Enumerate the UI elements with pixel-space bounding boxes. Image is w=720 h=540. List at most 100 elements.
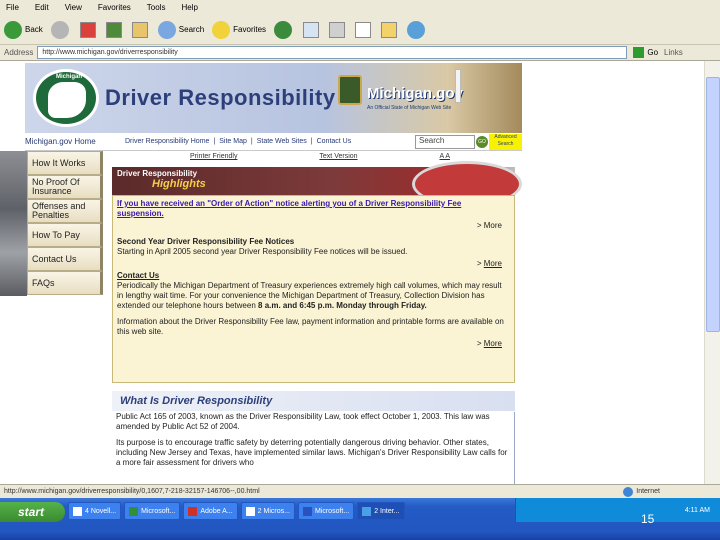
status-url: http://www.michigan.gov/driverresponsibi… — [4, 488, 260, 495]
second-year-notices-text: Starting in April 2005 second year Drive… — [117, 247, 408, 256]
folder-button[interactable] — [381, 21, 399, 38]
mail-icon — [303, 21, 320, 38]
menu-file[interactable]: File — [6, 3, 19, 12]
scrollbar-thumb[interactable] — [706, 77, 720, 332]
traffic-photo — [0, 151, 27, 296]
taskbar-item-word[interactable]: Microsoft... — [297, 502, 355, 520]
browser-toolbar: Back Search Favorites — [0, 15, 720, 45]
text-size-link[interactable]: A A — [439, 153, 450, 160]
security-zone: Internet — [623, 486, 660, 497]
print-icon — [329, 21, 346, 38]
information-text: Information about the Driver Responsibil… — [117, 317, 504, 336]
michigan-logo[interactable]: Michigan — [33, 69, 99, 127]
menu-view[interactable]: View — [65, 3, 82, 12]
stop-icon — [79, 21, 96, 38]
sidebar-item-how-to-pay[interactable]: How To Pay — [27, 223, 103, 247]
more-link[interactable]: > More — [117, 221, 502, 231]
address-bar: Address http://www.michigan.gov/driverre… — [0, 45, 720, 61]
search-go-button[interactable]: GO — [476, 136, 488, 148]
forward-arrow-icon — [50, 20, 69, 39]
michigan-map-icon — [48, 82, 86, 118]
adobe-icon — [188, 506, 198, 516]
what-is-title: What Is Driver Responsibility — [112, 391, 515, 411]
favorites-button[interactable]: Favorites — [212, 20, 266, 39]
page-number: 15 — [641, 512, 655, 526]
history-icon — [274, 20, 293, 39]
word-icon — [302, 506, 312, 516]
sidebar-item-offenses-and-penalties[interactable]: Offenses and Penalties — [27, 199, 103, 223]
sidebar-item-contact-us[interactable]: Contact Us — [27, 247, 103, 271]
mail-button[interactable] — [303, 21, 321, 38]
clock[interactable]: 4:11 AM — [685, 507, 710, 514]
menu-tools[interactable]: Tools — [147, 3, 166, 12]
status-bar: http://www.michigan.gov/driverresponsibi… — [0, 484, 720, 498]
page-utility-links: Printer Friendly Text Version A A — [190, 153, 450, 160]
highlights-subheader: Highlights — [152, 178, 206, 190]
menu-favorites[interactable]: Favorites — [98, 3, 131, 12]
links-label[interactable]: Links — [664, 48, 683, 57]
go-button[interactable]: Go — [633, 47, 658, 58]
globe-icon — [623, 486, 634, 497]
nav-state-web-sites[interactable]: State Web Sites — [257, 138, 307, 145]
what-is-paragraph: Its purpose is to encourage traffic safe… — [116, 438, 508, 467]
state-seal-icon — [338, 75, 362, 105]
nav-links: Driver Responsibility Home | Site Map | … — [125, 138, 355, 145]
sidebar-item-faqs[interactable]: FAQs — [27, 271, 103, 295]
address-label: Address — [4, 48, 34, 57]
nav-separator: | — [310, 138, 313, 145]
nav-contact-us[interactable]: Contact Us — [317, 138, 352, 145]
menu-edit[interactable]: Edit — [35, 3, 49, 12]
forward-button[interactable] — [50, 20, 72, 39]
back-button[interactable]: Back — [4, 20, 43, 39]
menu-help[interactable]: Help — [181, 3, 197, 12]
taskbar-item-internet-explorer[interactable]: 2 Inter... — [357, 502, 405, 520]
start-button[interactable]: start — [0, 502, 65, 522]
print-button[interactable] — [329, 21, 347, 38]
site-search-input[interactable]: Search — [415, 135, 475, 149]
more-link[interactable]: > More — [117, 339, 502, 349]
word-icon — [245, 506, 255, 516]
taskbar-item-excel[interactable]: Microsoft... — [124, 502, 181, 520]
more-link[interactable]: > More — [117, 259, 502, 269]
stop-button[interactable] — [79, 21, 98, 38]
system-tray: 4:11 AM — [515, 498, 720, 522]
michigan-gov-subtitle: An Official State of Michigan Web Site — [367, 105, 452, 111]
messenger-button[interactable] — [407, 20, 428, 39]
home-icon — [131, 21, 148, 38]
advanced-search-link[interactable]: Advanced Search — [489, 134, 522, 150]
internet-explorer-icon — [362, 506, 372, 516]
nav-separator: | — [213, 138, 216, 145]
site-banner: Michigan Driver Responsibility Michigan.… — [25, 63, 522, 133]
star-icon — [212, 20, 231, 39]
text-version-link[interactable]: Text Version — [319, 153, 357, 160]
order-of-action-link[interactable]: If you have received an "Order of Action… — [117, 199, 510, 219]
sidebar-item-how-it-works[interactable]: How It Works — [27, 151, 103, 175]
address-input[interactable]: http://www.michigan.gov/driverresponsibi… — [37, 46, 628, 59]
second-year-notices-title: Second Year Driver Responsibility Fee No… — [117, 237, 295, 246]
nav-driver-responsibility-home[interactable]: Driver Responsibility Home — [125, 138, 209, 145]
taskbar-item-adobe[interactable]: Adobe A... — [183, 502, 238, 520]
search-button[interactable]: Search — [157, 20, 204, 39]
sidebar-item-no-proof-of-insurance[interactable]: No Proof Of Insurance — [27, 175, 103, 199]
highlights-box: If you have received an "Order of Action… — [112, 195, 515, 383]
edit-word-button[interactable] — [355, 21, 373, 38]
nav-site-map[interactable]: Site Map — [219, 138, 247, 145]
contact-us-title[interactable]: Contact Us — [117, 271, 510, 281]
michigan-gov-logo[interactable]: Michigan.gov — [367, 85, 463, 102]
lighthouse-image — [455, 69, 461, 103]
search-icon — [157, 20, 176, 39]
banner-title: Driver Responsibility — [105, 85, 336, 110]
printer-friendly-link[interactable]: Printer Friendly — [190, 153, 237, 160]
taskbar-item-micros[interactable]: 2 Micros... — [240, 502, 295, 520]
sidebar-menu: How It Works No Proof Of Insurance Offen… — [27, 151, 103, 295]
go-arrow-icon — [633, 47, 645, 58]
refresh-button[interactable] — [105, 21, 124, 38]
history-button[interactable] — [274, 20, 295, 39]
taskbar-item-novell[interactable]: 4 Novell... — [68, 502, 122, 520]
what-is-body: Public Act 165 of 2003, known as the Dri… — [112, 412, 515, 484]
contact-us-text: Periodically the Michigan Department of … — [117, 281, 502, 310]
logo-text: Michigan — [56, 74, 83, 80]
michigan-gov-home-link[interactable]: Michigan.gov Home — [25, 137, 125, 146]
home-button[interactable] — [131, 21, 150, 38]
vertical-scrollbar[interactable] — [704, 61, 720, 484]
